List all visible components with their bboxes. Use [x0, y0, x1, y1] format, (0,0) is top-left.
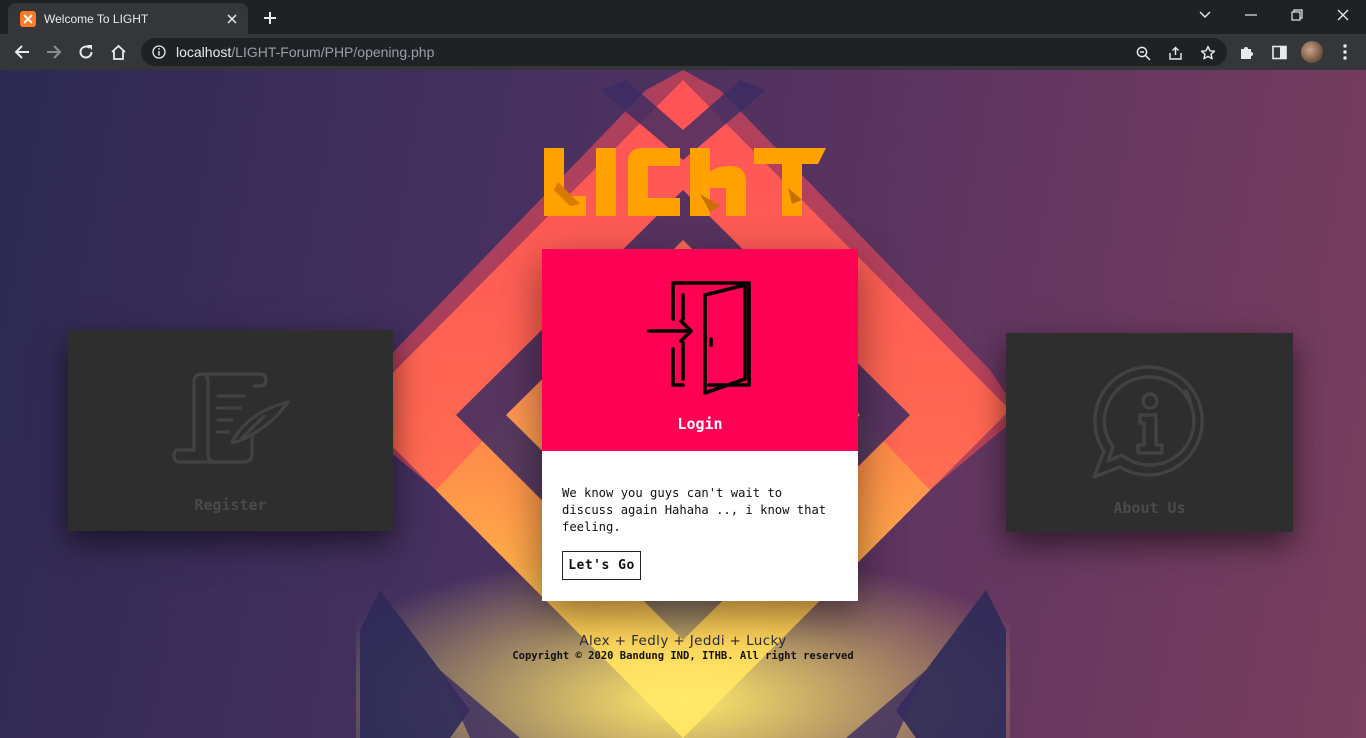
- page-viewport: Register Login We know you guys can't wa…: [0, 70, 1366, 738]
- site-info-icon[interactable]: [150, 43, 168, 61]
- browser-toolbar: localhost/LIGHT-Forum/PHP/opening.php: [0, 34, 1366, 70]
- zoom-icon[interactable]: [1132, 42, 1154, 64]
- share-icon[interactable]: [1164, 42, 1186, 64]
- tab-search-icon[interactable]: [1182, 0, 1228, 30]
- url-host: localhost: [176, 44, 232, 60]
- login-label: Login: [677, 415, 723, 433]
- forward-icon[interactable]: [40, 38, 68, 66]
- reload-icon[interactable]: [72, 38, 100, 66]
- side-panel-icon[interactable]: [1266, 39, 1292, 65]
- login-card: Login We know you guys can't wait to dis…: [542, 249, 858, 601]
- login-card-header[interactable]: Login: [542, 249, 858, 451]
- browser-menu-icon[interactable]: [1332, 39, 1358, 65]
- avatar: [1301, 41, 1323, 63]
- close-window-icon[interactable]: [1320, 0, 1366, 30]
- tab-close-icon[interactable]: [222, 9, 242, 29]
- login-card-body: We know you guys can't wait to discuss a…: [542, 451, 858, 601]
- bookmark-star-icon[interactable]: [1197, 42, 1219, 64]
- register-card[interactable]: Register: [68, 330, 393, 531]
- register-label: Register: [194, 496, 267, 514]
- profile-avatar[interactable]: [1299, 39, 1325, 65]
- light-logo: [544, 148, 826, 216]
- address-bar[interactable]: localhost/LIGHT-Forum/PHP/opening.php: [141, 38, 1227, 66]
- tab-strip: Welcome To LIGHT: [0, 0, 1366, 34]
- browser-tab[interactable]: Welcome To LIGHT: [8, 3, 248, 34]
- login-description: We know you guys can't wait to discuss a…: [562, 486, 827, 534]
- about-us-card[interactable]: About Us: [1006, 333, 1293, 532]
- restore-icon[interactable]: [1274, 0, 1320, 30]
- about-us-label: About Us: [1113, 499, 1186, 517]
- url-text[interactable]: localhost/LIGHT-Forum/PHP/opening.php: [176, 44, 434, 60]
- footer-credits: Alex + Fedly + Jeddi + Lucky Copyright ©…: [0, 633, 1366, 662]
- login-door-icon: [647, 281, 751, 395]
- minimize-icon[interactable]: [1228, 0, 1274, 30]
- extensions-puzzle-icon[interactable]: [1234, 39, 1260, 65]
- scroll-quill-icon: [172, 372, 290, 464]
- copyright-text: Copyright © 2020 Bandung IND, ITHB. All …: [512, 650, 854, 662]
- back-icon[interactable]: [8, 38, 36, 66]
- info-speech-bubble-icon: [1092, 365, 1204, 479]
- lets-go-button[interactable]: Let's Go: [562, 551, 641, 580]
- home-icon[interactable]: [104, 38, 132, 66]
- authors-text: Alex + Fedly + Jeddi + Lucky: [579, 633, 787, 649]
- tab-title: Welcome To LIGHT: [44, 11, 149, 26]
- new-tab-icon[interactable]: [258, 6, 282, 30]
- url-path: /LIGHT-Forum/PHP/opening.php: [231, 44, 435, 60]
- xampp-favicon-icon: [20, 10, 36, 27]
